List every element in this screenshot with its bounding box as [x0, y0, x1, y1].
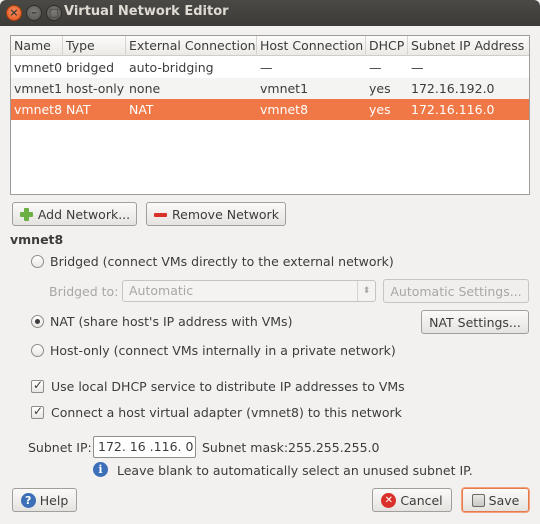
minus-icon [153, 207, 168, 222]
subnet-hint: Leave blank to automatically select an u… [117, 463, 473, 478]
minimize-icon: – [31, 6, 37, 19]
help-button[interactable]: ? Help [12, 488, 77, 512]
cell-type: host-only [66, 81, 125, 96]
cell-subnet-ip: 172.16.116.0 [411, 102, 495, 117]
cancel-button[interactable]: ✕ Cancel [372, 488, 452, 512]
plus-icon [19, 207, 34, 222]
nat-label: NAT (share host's IP address with VMs) [50, 314, 293, 329]
column-header-host-connection[interactable]: Host Connection [257, 36, 366, 56]
window-title: Virtual Network Editor [64, 4, 229, 19]
info-icon: i [93, 462, 108, 477]
host-adapter-label: Connect a host virtual adapter (vmnet8) … [51, 405, 402, 420]
maximize-icon: □ [48, 6, 60, 19]
save-label: Save [488, 492, 520, 508]
nat-radio[interactable]: NAT (share host's IP address with VMs) [31, 314, 292, 329]
cell-name: vmnet8 [14, 102, 63, 117]
cell-name: vmnet1 [14, 81, 63, 96]
checkbox[interactable] [31, 404, 44, 419]
cell-external-connection: auto-bridging [129, 60, 214, 75]
cell-type: NAT [66, 102, 91, 117]
column-header-dhcp[interactable]: DHCP [366, 36, 408, 56]
radio-button[interactable] [31, 255, 44, 268]
bridged-to-label: Bridged to: [49, 284, 119, 299]
maximize-window-button[interactable]: □ [46, 5, 62, 21]
cancel-label: Cancel [400, 492, 443, 508]
column-header-name[interactable]: Name [11, 36, 63, 56]
column-header-external-connection[interactable]: External Connection [126, 36, 257, 56]
remove-network-button[interactable]: Remove Network [146, 202, 286, 226]
title-bar[interactable]: × – □ Virtual Network Editor [0, 0, 540, 26]
save-icon [471, 493, 485, 507]
remove-network-label: Remove Network [172, 206, 279, 222]
table-row[interactable]: vmnet1 host-only none vmnet1 yes 172.16.… [11, 78, 529, 99]
bridged-to-select[interactable]: Automatic ⬍ [122, 280, 376, 302]
column-header-type[interactable]: Type [63, 36, 126, 56]
add-network-button[interactable]: Add Network... [12, 202, 137, 226]
subnet-ip-input[interactable]: 172. 16 .116. 0 [93, 436, 196, 458]
dhcp-checkbox[interactable]: Use local DHCP service to distribute IP … [31, 378, 405, 394]
cell-external-connection: NAT [129, 102, 154, 117]
cell-subnet-ip: 172.16.192.0 [411, 81, 495, 96]
cell-subnet-ip: — [411, 60, 424, 75]
hostonly-radio[interactable]: Host-only (connect VMs internally in a p… [31, 343, 396, 358]
automatic-settings-button[interactable]: Automatic Settings... [383, 279, 529, 303]
table-row[interactable]: vmnet0 bridged auto-bridging — — — [11, 57, 529, 78]
host-adapter-checkbox[interactable]: Connect a host virtual adapter (vmnet8) … [31, 404, 402, 420]
nat-settings-label: NAT Settings... [429, 314, 521, 330]
table-header: Name Type External Connection Host Conne… [11, 36, 529, 56]
column-header-subnet-ip[interactable]: Subnet IP Address [408, 36, 529, 56]
save-button[interactable]: Save [462, 488, 529, 512]
add-network-label: Add Network... [37, 206, 131, 222]
subnet-mask-value: 255.255.255.0 [288, 440, 380, 455]
bridged-label: Bridged (connect VMs directly to the ext… [50, 254, 394, 269]
cell-dhcp: yes [369, 102, 391, 117]
automatic-settings-label: Automatic Settings... [390, 283, 522, 299]
chevron-updown-icon: ⬍ [357, 281, 375, 301]
subnet-mask-label: Subnet mask: [202, 440, 289, 455]
section-title: vmnet8 [10, 232, 64, 247]
cell-name: vmnet0 [14, 60, 63, 75]
cell-dhcp: — [369, 60, 382, 75]
hostonly-label: Host-only (connect VMs internally in a p… [50, 343, 396, 358]
cell-external-connection: none [129, 81, 161, 96]
radio-button[interactable] [31, 344, 44, 357]
cancel-icon: ✕ [381, 492, 397, 508]
table-row-selected[interactable]: vmnet8 NAT NAT vmnet8 yes 172.16.116.0 [11, 99, 529, 120]
minimize-window-button[interactable]: – [26, 5, 42, 21]
cell-type: bridged [66, 60, 115, 75]
help-icon: ? [20, 492, 36, 508]
dhcp-label: Use local DHCP service to distribute IP … [51, 379, 405, 394]
radio-button[interactable] [31, 315, 44, 328]
cell-host-connection: vmnet8 [260, 102, 309, 117]
bridged-to-value: Automatic [129, 283, 194, 298]
network-table[interactable]: Name Type External Connection Host Conne… [10, 35, 530, 195]
help-label: Help [39, 492, 69, 508]
virtual-network-editor-window: × – □ Virtual Network Editor Name Type E… [0, 0, 540, 524]
bridged-radio[interactable]: Bridged (connect VMs directly to the ext… [31, 254, 394, 269]
nat-settings-button[interactable]: NAT Settings... [421, 310, 529, 334]
cell-host-connection: — [260, 60, 273, 75]
close-icon: × [9, 6, 19, 19]
cell-dhcp: yes [369, 81, 391, 96]
subnet-ip-label: Subnet IP: [28, 440, 92, 455]
cell-host-connection: vmnet1 [260, 81, 309, 96]
close-window-button[interactable]: × [6, 5, 22, 21]
checkbox[interactable] [31, 378, 44, 393]
